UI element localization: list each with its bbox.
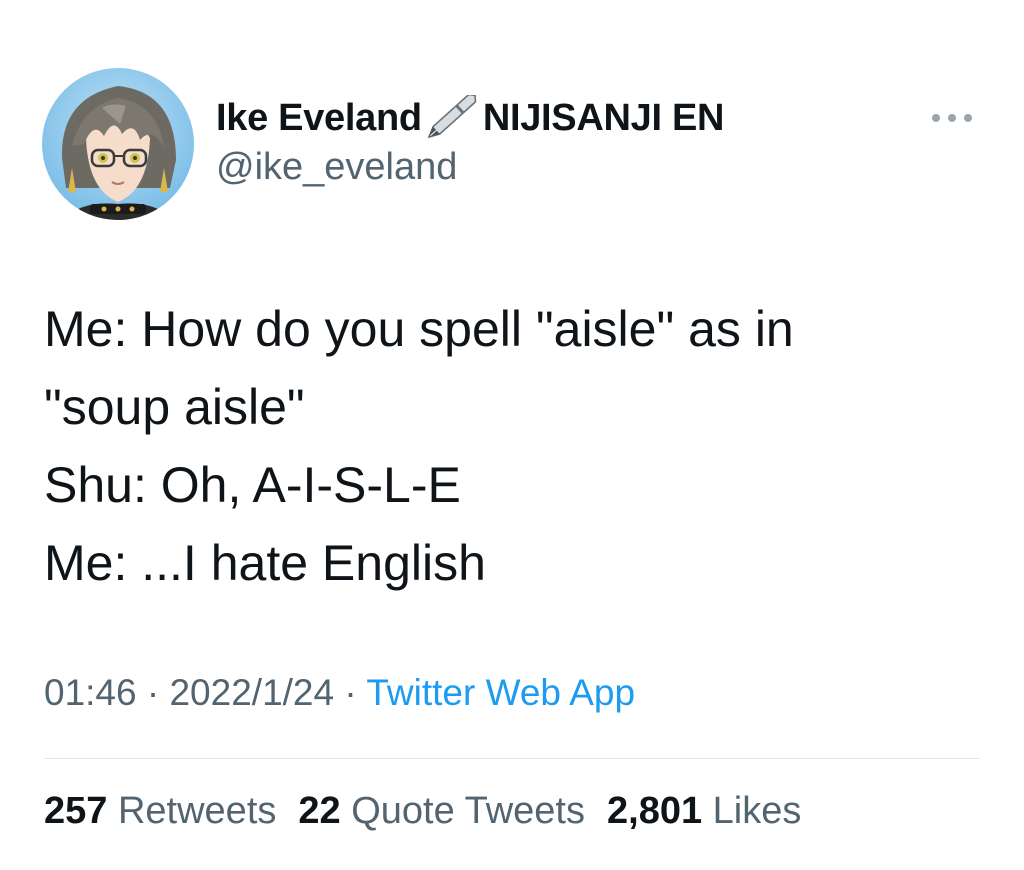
tweet: Ike Eveland NIJISANJI EN @ike_eveland Me… <box>0 0 1024 870</box>
more-options-button[interactable] <box>928 104 976 132</box>
tweet-stats: 257 Retweets 22 Quote Tweets 2,801 Likes <box>44 790 801 833</box>
divider <box>44 758 980 759</box>
more-dot-icon <box>948 114 956 122</box>
tweet-text-line: "soup aisle" <box>44 379 305 435</box>
quote-tweets-stat[interactable]: 22 Quote Tweets <box>298 790 585 833</box>
tweet-text: Me: How do you spell "aisle" as in "soup… <box>44 290 984 602</box>
display-name-suffix: NIJISANJI EN <box>482 96 725 139</box>
tweet-text-line: Shu: Oh, A-I-S-L-E <box>44 457 461 513</box>
tweet-text-line: Me: How do you spell "aisle" as in <box>44 301 794 357</box>
tweet-meta: 01:46 · 2022/1/24 · Twitter Web App <box>44 672 635 714</box>
tweet-source-link[interactable]: Twitter Web App <box>366 672 635 713</box>
meta-separator: · <box>146 672 160 713</box>
avatar[interactable] <box>42 68 194 220</box>
display-name-row: Ike Eveland NIJISANJI EN <box>216 92 724 144</box>
quote-tweets-count: 22 <box>298 790 341 832</box>
more-dot-icon <box>932 114 940 122</box>
more-dot-icon <box>964 114 972 122</box>
tweet-date[interactable]: 2022/1/24 <box>169 672 334 713</box>
likes-count: 2,801 <box>607 790 703 832</box>
retweets-label: Retweets <box>117 790 277 832</box>
fountain-pen-icon <box>425 93 481 141</box>
retweets-stat[interactable]: 257 Retweets <box>44 790 276 833</box>
likes-stat[interactable]: 2,801 Likes <box>607 790 801 833</box>
handle: @ike_eveland <box>216 146 458 188</box>
tweet-text-line: Me: ...I hate English <box>44 535 486 591</box>
meta-separator: · <box>344 672 357 713</box>
tweet-time[interactable]: 01:46 <box>44 672 137 713</box>
likes-label: Likes <box>712 790 802 832</box>
author-block[interactable]: Ike Eveland NIJISANJI EN @ike_eveland <box>216 92 724 189</box>
retweets-count: 257 <box>44 790 108 832</box>
quote-tweets-label: Quote Tweets <box>351 790 585 832</box>
display-name: Ike Eveland <box>216 96 422 139</box>
